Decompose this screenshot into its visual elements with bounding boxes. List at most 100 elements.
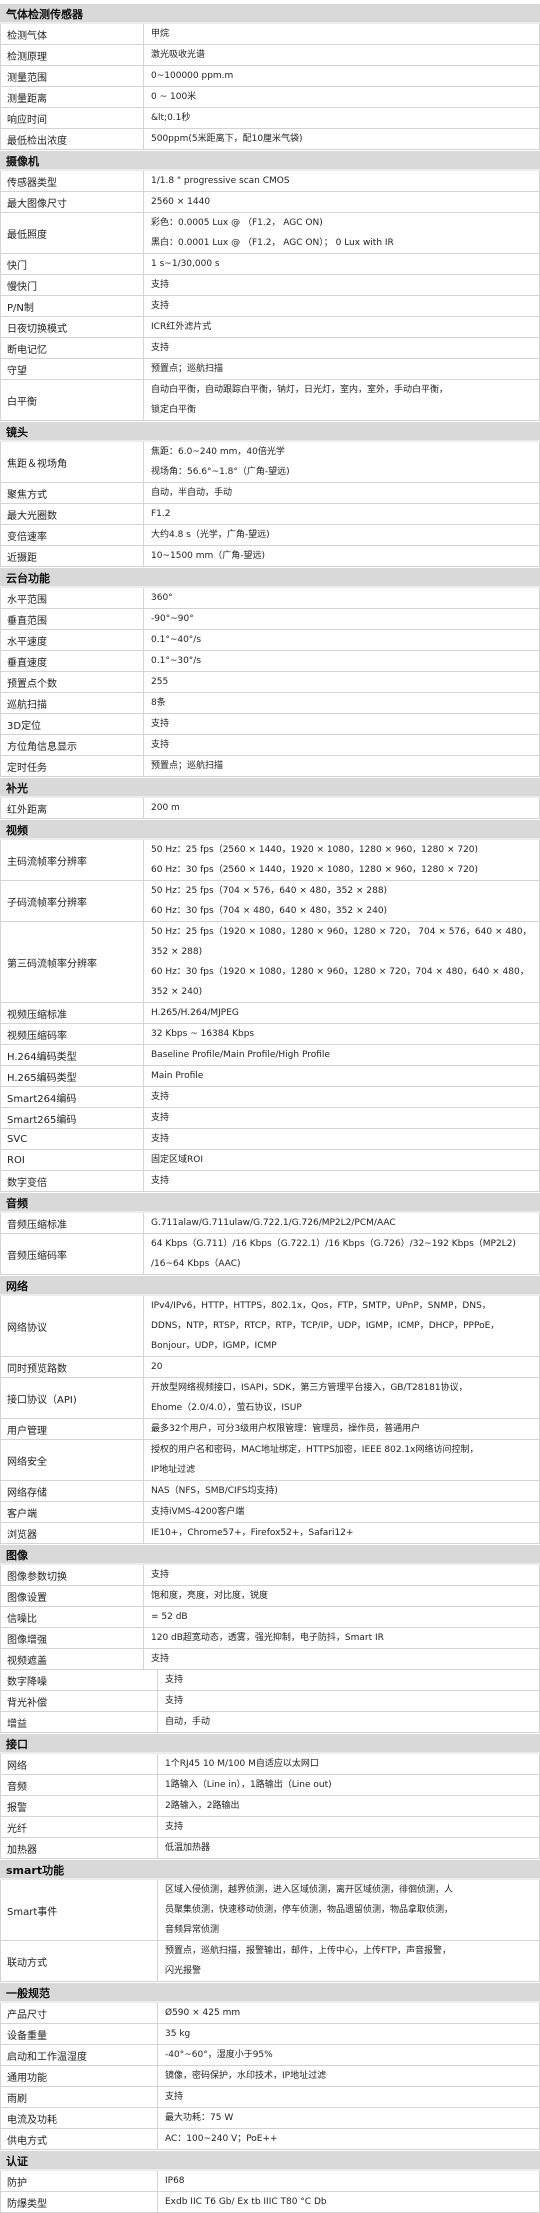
spec-value: 最多32个用户，可分3级用户权限管理：管理员，操作员，普通用户 — [144, 1419, 539, 1439]
spec-key: 加热器 — [1, 1838, 158, 1858]
spec-value-line: 120 dB超宽动态，透雾，强光抑制，电子防抖，Smart IR — [151, 1633, 384, 1643]
spec-key: 雨刷 — [1, 2087, 158, 2107]
spec-section: 音频 音频压缩标准 G.711alaw/G.711ulaw/G.722.1/G.72… — [0, 1192, 540, 1275]
spec-value: 255 — [144, 672, 539, 692]
spec-value: 镜像，密码保护，水印技术，IP地址过滤 — [158, 2066, 539, 2086]
spec-key: 水平范围 — [1, 588, 144, 608]
spec-value-line: 10~1500 mm（广角-望远) — [151, 551, 266, 561]
spec-row: 网络 1个RJ45 10 M/100 M自适应以太网口 — [0, 1754, 540, 1775]
spec-key: 客户端 — [1, 1502, 144, 1522]
spec-key: 近摄距 — [1, 546, 144, 566]
spec-value-line: 2路输入，2路输出 — [165, 1801, 240, 1811]
spec-row: 快门 1 s~1/30,000 s — [0, 254, 540, 275]
spec-key: 启动和工作温湿度 — [1, 2045, 158, 2065]
spec-value-line: 60 Hz：30 fps（704 × 480，640 × 480，352 × 2… — [151, 906, 388, 916]
spec-value-line: 1/1.8 " progressive scan CMOS — [151, 176, 290, 186]
spec-key: 巡航扫描 — [1, 693, 144, 713]
spec-key: ROI — [1, 1150, 144, 1170]
spec-row: 信噪比 = 52 dB — [0, 1607, 540, 1628]
spec-row: 音频 1路输入（Line in），1路输出（Line out) — [0, 1775, 540, 1796]
spec-value-line: 饱和度，亮度，对比度，锐度 — [151, 1591, 269, 1601]
spec-value-line: 支持 — [151, 1176, 170, 1186]
spec-key: Smart264编码 — [1, 1087, 144, 1107]
spec-value-line: 支持 — [165, 1822, 184, 1832]
spec-row: 日夜切换模式 ICR红外滤片式 — [0, 317, 540, 338]
spec-row: 设备重量 35 kg — [0, 2024, 540, 2045]
spec-row: 视频压缩码率 32 Kbps ~ 16384 Kbps — [0, 1024, 540, 1045]
spec-row: 防爆类型 Exdb IIC T6 Gb/ Ex tb IIIC T80 °C Db — [0, 2192, 540, 2213]
spec-key: 子码流帧率分辨率 — [1, 881, 144, 921]
spec-value-line: 支持 — [151, 343, 170, 353]
spec-value-line: 352 × 288) — [151, 947, 203, 957]
spec-value-line: F1.2 — [151, 509, 171, 519]
spec-section: 图像 图像参数切换 支持 图像设置 饱和度，亮度，对比度，锐度 信噪比 = 52 dB 图像增… — [0, 1544, 540, 1733]
section-title: 摄像机 — [0, 150, 540, 171]
spec-value-line: 支持 — [151, 301, 170, 311]
spec-row: 网络存储 NAS（NFS，SMB/CIFS均支持) — [0, 1481, 540, 1502]
spec-value-line: 闪光报警 — [165, 1966, 202, 1976]
spec-value: AC：100~240 V；PoE++ — [158, 2129, 539, 2149]
spec-value: 支持 — [144, 296, 539, 316]
spec-key: 音频压缩码率 — [1, 1234, 144, 1274]
spec-row: 巡航扫描 8条 — [0, 693, 540, 714]
spec-value: 低温加热器 — [158, 1838, 539, 1858]
spec-key: 产品尺寸 — [1, 2003, 158, 2023]
spec-value-line: 支持 — [151, 719, 170, 729]
spec-value: 固定区域ROI — [144, 1150, 539, 1170]
spec-value-line: 黑白：0.0001 Lux @ （F1.2， AGC ON）； 0 Lux wi… — [151, 238, 394, 248]
spec-key: 网络安全 — [1, 1440, 144, 1480]
spec-row: 最大光圈数 F1.2 — [0, 504, 540, 525]
spec-row: 测量范围 0~100000 ppm.m — [0, 66, 540, 87]
spec-value-line: 支持 — [165, 1675, 184, 1685]
spec-row: 音频压缩码率 64 Kbps（G.711）/16 Kbps（G.722.1）/16… — [0, 1234, 540, 1275]
spec-value-line: 大约4.8 s（光学，广角-望远) — [151, 530, 270, 540]
spec-row: 加热器 低温加热器 — [0, 1838, 540, 1859]
spec-value-line: 视场角：56.6°~1.8°（广角-望远) — [151, 467, 290, 477]
spec-key: 垂直速度 — [1, 651, 144, 671]
spec-value: F1.2 — [144, 504, 539, 524]
spec-key: 网络 — [1, 1754, 158, 1774]
spec-row: 传感器类型 1/1.8 " progressive scan CMOS — [0, 171, 540, 192]
spec-value: 2路输入，2路输出 — [158, 1796, 539, 1816]
spec-key: 报警 — [1, 1796, 158, 1816]
spec-row: 接口协议（API) 开放型网络视频接口，ISAPI，SDK，第三方管理平台接入，G… — [0, 1378, 540, 1419]
spec-value: 自动白平衡，自动跟踪白平衡，钠灯，日光灯，室内，室外，手动白平衡， 锁定白平衡 — [144, 380, 539, 420]
spec-value-line: IPv4/IPv6，HTTP，HTTPS，802.1x，Qos，FTP，SMTP… — [151, 1301, 491, 1311]
spec-row: 联动方式 预置点，巡航扫描，报警输出，邮件，上传中心，上传FTP，声音报警， 闪光报… — [0, 1941, 540, 1982]
spec-row: 电流及功耗 最大功耗：75 W — [0, 2108, 540, 2129]
spec-value: 支持 — [144, 1565, 539, 1585]
spec-value: 0~100000 ppm.m — [144, 66, 539, 86]
spec-row: 守望 预置点；巡航扫描 — [0, 359, 540, 380]
spec-section: 接口 网络 1个RJ45 10 M/100 M自适应以太网口 音频 1路输入（Line … — [0, 1733, 540, 1859]
spec-value-line: 预置点；巡航扫描 — [151, 364, 224, 374]
spec-key: 音频 — [1, 1775, 158, 1795]
spec-row: 客户端 支持iVMS-4200客户端 — [0, 1502, 540, 1523]
spec-row: 启动和工作温湿度 -40°~60°，湿度小于95% — [0, 2045, 540, 2066]
spec-value-line: 甲烷 — [151, 29, 170, 39]
spec-value: H.265/H.264/MJPEG — [144, 1003, 539, 1023]
spec-key: P/N制 — [1, 296, 144, 316]
spec-value-line: Baseline Profile/Main Profile/High Profi… — [151, 1050, 330, 1060]
spec-key: 网络存储 — [1, 1481, 144, 1501]
spec-key: 守望 — [1, 359, 144, 379]
spec-value-line: 8条 — [151, 698, 166, 708]
spec-row: 增益 自动，手动 — [0, 1712, 540, 1733]
spec-key: H.264编码类型 — [1, 1045, 144, 1065]
spec-value-line: 50 Hz：25 fps（704 × 576，640 × 480，352 × 2… — [151, 886, 388, 896]
spec-row: 图像设置 饱和度，亮度，对比度，锐度 — [0, 1586, 540, 1607]
spec-section: 云台功能 水平范围 360° 垂直范围 -90°~90° 水平速度 0.1°~40°/s 垂直… — [0, 567, 540, 777]
spec-value: 支持 — [158, 1817, 539, 1837]
spec-value-line: 员聚集侦测，快速移动侦测，停车侦测，物品遗留侦测，物品拿取侦测， — [165, 1905, 454, 1915]
spec-key: 最低照度 — [1, 213, 144, 253]
spec-key: 网络协议 — [1, 1296, 144, 1356]
spec-row: P/N制 支持 — [0, 296, 540, 317]
spec-key: 传感器类型 — [1, 171, 144, 191]
spec-row: 网络安全 授权的用户名和密码，MAC地址绑定，HTTPS加密，IEEE 802.1… — [0, 1440, 540, 1481]
spec-section: smart功能 Smart事件 区域入侵侦测，越界侦测，进入区域侦测，离开区域侦测，… — [0, 1859, 540, 1982]
spec-row: H.264编码类型 Baseline Profile/Main Profile/H… — [0, 1045, 540, 1066]
spec-row: Smart264编码 支持 — [0, 1087, 540, 1108]
spec-row: 近摄距 10~1500 mm（广角-望远) — [0, 546, 540, 567]
spec-row: 子码流帧率分辨率 50 Hz：25 fps（704 × 576，640 × 480… — [0, 881, 540, 922]
spec-value-line: 32 Kbps ~ 16384 Kbps — [151, 1029, 255, 1039]
spec-row: 图像增强 120 dB超宽动态，透雾，强光抑制，电子防抖，Smart IR — [0, 1628, 540, 1649]
